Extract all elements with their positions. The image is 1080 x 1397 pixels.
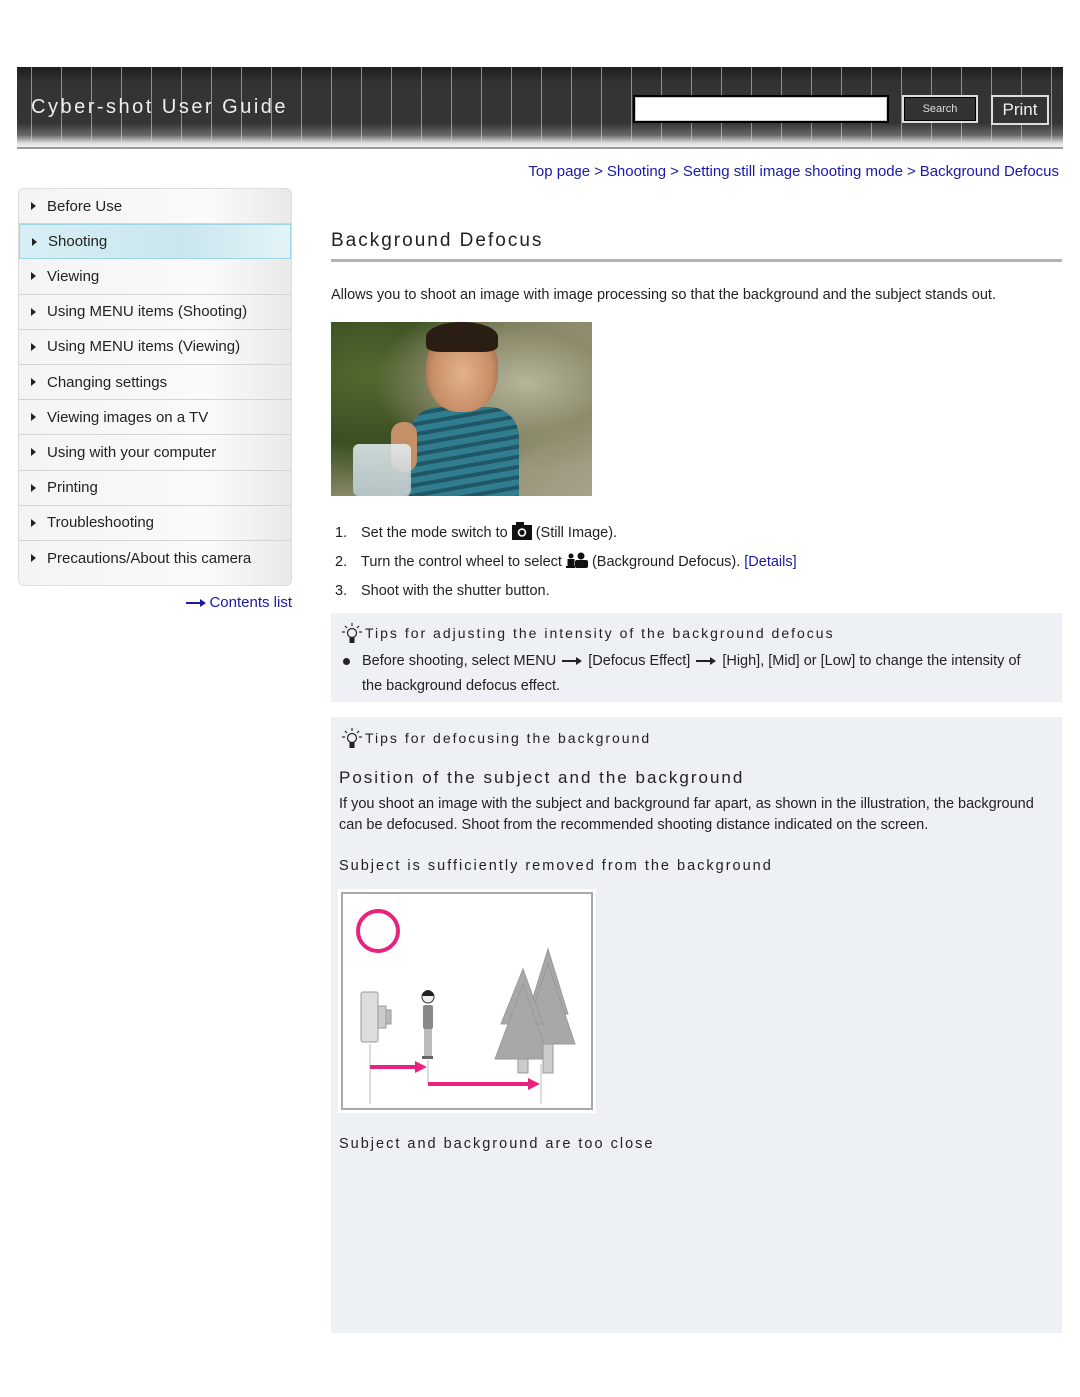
header-divider bbox=[17, 147, 1063, 149]
sidebar-item-label: Troubleshooting bbox=[47, 514, 155, 532]
step-item: 2. Turn the control wheel to select (Bac… bbox=[335, 547, 797, 576]
photo-subject-body bbox=[409, 407, 519, 496]
step-number: 2. bbox=[335, 553, 348, 570]
lightbulb-hint-icon bbox=[342, 623, 362, 643]
details-link[interactable]: [Details] bbox=[744, 554, 796, 570]
caret-right-icon bbox=[31, 202, 36, 211]
breadcrumb-shooting[interactable]: Shooting bbox=[607, 163, 666, 180]
tip-heading-text: Tips for defocusing the background bbox=[365, 730, 652, 746]
sidebar-item-label: Viewing bbox=[47, 267, 100, 285]
caret-right-icon bbox=[31, 307, 36, 316]
caret-right-icon bbox=[31, 342, 36, 351]
step-text-after: (Still Image). bbox=[535, 524, 618, 541]
tip-text-part: Before shooting, select MENU bbox=[362, 653, 557, 669]
step-text-after: (Background Defocus). bbox=[591, 553, 741, 570]
tip-bullet: Before shooting, select MENU [Defocus Eff… bbox=[343, 649, 1043, 699]
sidebar-item-label: Using with your computer bbox=[47, 443, 217, 461]
breadcrumb-background-defocus[interactable]: Background Defocus bbox=[920, 163, 1059, 180]
app-title: Cyber-shot User Guide bbox=[31, 96, 289, 118]
caption-too-close: Subject and background are too close bbox=[339, 1136, 655, 1152]
caret-right-icon bbox=[31, 518, 36, 527]
photo-subject-hair bbox=[426, 322, 498, 352]
step-text: Shoot with the shutter button. bbox=[361, 582, 550, 599]
sidebar-item-menu-shooting[interactable]: Using MENU items (Shooting) bbox=[19, 295, 291, 330]
tip-heading: Tips for defocusing the background bbox=[341, 727, 651, 749]
sidebar-item-shooting[interactable]: Shooting bbox=[19, 224, 291, 260]
sidebar-item-precautions[interactable]: Precautions/About this camera bbox=[19, 541, 291, 576]
caret-right-icon bbox=[31, 378, 36, 387]
sidebar-item-before-use[interactable]: Before Use bbox=[19, 189, 291, 225]
tip-box-intensity: Tips for adjusting the intensity of the … bbox=[331, 613, 1062, 702]
step-item: 3. Shoot with the shutter button. bbox=[335, 576, 797, 605]
tip-bullet-text: Before shooting, select MENU [Defocus Eff… bbox=[343, 649, 1043, 699]
sidebar-item-viewing[interactable]: Viewing bbox=[19, 259, 291, 295]
photo-subject-cup bbox=[353, 444, 411, 496]
sidebar-nav: Before Use Shooting Viewing Using MENU i… bbox=[18, 188, 292, 586]
arrow-right-icon bbox=[694, 656, 718, 666]
page-title: Background Defocus bbox=[331, 230, 544, 251]
sidebar-item-label: Using MENU items (Viewing) bbox=[47, 338, 241, 356]
breadcrumb-separator: > bbox=[906, 163, 916, 180]
step-text: Set the mode switch to bbox=[361, 524, 508, 541]
sidebar-item-using-with-computer[interactable]: Using with your computer bbox=[19, 435, 291, 471]
breadcrumb-top-page[interactable]: Top page bbox=[528, 163, 590, 180]
section-body: If you shoot an image with the subject a… bbox=[339, 796, 1034, 833]
still-image-camera-icon bbox=[511, 521, 532, 544]
step-item: 1. Set the mode switch to (Still Image). bbox=[335, 518, 797, 547]
sidebar-item-printing[interactable]: Printing bbox=[19, 471, 291, 506]
sidebar-item-label: Printing bbox=[47, 479, 98, 497]
lightbulb-hint-icon bbox=[342, 728, 362, 748]
search-input[interactable] bbox=[633, 95, 889, 123]
arrow-right-icon bbox=[560, 656, 584, 666]
person-subject-icon bbox=[421, 990, 435, 1059]
sample-photo-child bbox=[331, 322, 592, 496]
tip-text-part: [Defocus Effect] bbox=[588, 653, 691, 669]
caret-right-icon bbox=[31, 272, 36, 281]
sidebar-item-label: Changing settings bbox=[47, 373, 168, 391]
section-subtitle: Position of the subject and the backgrou… bbox=[339, 768, 745, 787]
sidebar-item-viewing-on-tv[interactable]: Viewing images on a TV bbox=[19, 400, 291, 436]
breadcrumb-separator: > bbox=[594, 163, 603, 180]
bullet-dot-icon bbox=[343, 658, 350, 665]
sidebar-item-label: Viewing images on a TV bbox=[47, 408, 209, 426]
caret-right-icon bbox=[31, 554, 36, 563]
breadcrumb-separator: > bbox=[670, 163, 679, 180]
intro-text: Allows you to shoot an image with image … bbox=[331, 287, 996, 303]
print-button[interactable]: Print bbox=[991, 95, 1049, 125]
breadcrumb: Top page > Shooting > Setting still image sh… bbox=[528, 163, 1059, 180]
caret-right-icon bbox=[31, 413, 36, 422]
header-bar: Cyber-shot User Guide Search Print bbox=[17, 67, 1063, 147]
steps-list: 1. Set the mode switch to (Still Image).… bbox=[335, 518, 797, 605]
camera-icon bbox=[360, 991, 392, 1043]
trees-background-icon bbox=[494, 947, 576, 1074]
contents-list-label: Contents list bbox=[209, 594, 292, 611]
arrow-right-icon bbox=[186, 598, 207, 608]
tip-box-defocusing: Tips for defocusing the background Posit… bbox=[331, 717, 1062, 1333]
search-button[interactable]: Search bbox=[902, 95, 978, 123]
sidebar-item-label: Precautions/About this camera bbox=[47, 549, 252, 567]
caret-right-icon bbox=[31, 483, 36, 492]
sidebar-item-troubleshooting[interactable]: Troubleshooting bbox=[19, 506, 291, 541]
distance-arrow-camera-subject bbox=[370, 1061, 427, 1073]
illustration-good-distance bbox=[341, 892, 593, 1110]
sidebar-item-label: Shooting bbox=[48, 233, 108, 251]
step-text: Turn the control wheel to select bbox=[361, 553, 562, 570]
correct-circle-icon bbox=[356, 909, 400, 953]
step-number: 1. bbox=[335, 524, 348, 541]
tip-heading: Tips for adjusting the intensity of the … bbox=[341, 622, 835, 644]
sidebar-item-changing-settings[interactable]: Changing settings bbox=[19, 365, 291, 401]
caret-right-icon bbox=[32, 237, 37, 246]
breadcrumb-setting-still-image-mode[interactable]: Setting still image shooting mode bbox=[683, 163, 903, 180]
caret-right-icon bbox=[31, 448, 36, 457]
sidebar-item-menu-viewing[interactable]: Using MENU items (Viewing) bbox=[19, 330, 291, 365]
step-number: 3. bbox=[335, 582, 348, 599]
sidebar-item-label: Before Use bbox=[47, 197, 123, 215]
caption-good-distance: Subject is sufficiently removed from the… bbox=[339, 858, 773, 874]
contents-list-link[interactable]: Contents list bbox=[186, 594, 292, 611]
title-divider bbox=[331, 259, 1062, 262]
distance-arrow-subject-background bbox=[428, 1078, 540, 1090]
tip-heading-text: Tips for adjusting the intensity of the … bbox=[365, 625, 835, 641]
sidebar-item-label: Using MENU items (Shooting) bbox=[47, 303, 248, 321]
background-defocus-icon bbox=[565, 552, 588, 572]
